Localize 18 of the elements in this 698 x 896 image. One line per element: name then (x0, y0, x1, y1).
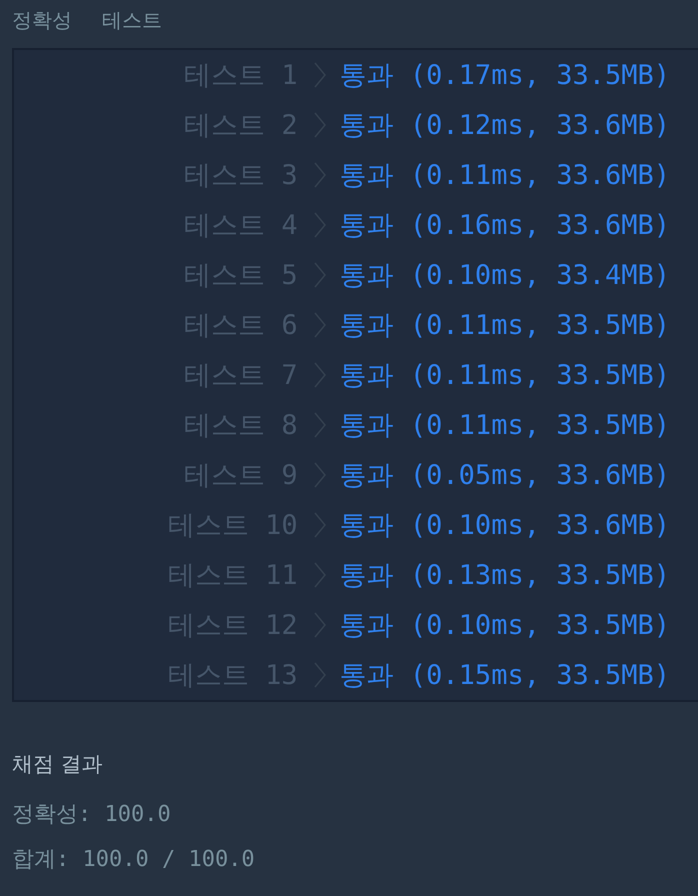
test-result: 통과 (0.11ms, 33.6MB) (340, 159, 670, 193)
summary-title: 채점 결과 (12, 751, 104, 778)
test-result: 통과 (0.05ms, 33.6MB) (340, 459, 670, 493)
test-result: 통과 (0.11ms, 33.5MB) (340, 409, 670, 443)
test-result: 통과 (0.10ms, 33.5MB) (340, 609, 670, 643)
category-label: 정확성 (12, 6, 72, 34)
test-result: 통과 (0.10ms, 33.4MB) (340, 259, 670, 293)
test-result: 통과 (0.12ms, 33.6MB) (340, 109, 670, 143)
test-result: 통과 (0.17ms, 33.5MB) (340, 59, 670, 93)
test-result: 통과 (0.11ms, 33.5MB) (340, 359, 670, 393)
test-result: 통과 (0.16ms, 33.6MB) (340, 209, 670, 243)
section-title: 테스트 (102, 6, 162, 34)
test-result: 통과 (0.15ms, 33.5MB) (340, 659, 670, 693)
score-line: 합계: 100.0 / 100.0 (12, 846, 256, 874)
test-result: 통과 (0.13ms, 33.5MB) (340, 559, 670, 593)
test-result: 통과 (0.10ms, 33.6MB) (340, 509, 670, 543)
test-result: 통과 (0.11ms, 33.5MB) (340, 309, 670, 343)
score-line: 정확성: 100.0 (12, 801, 172, 829)
